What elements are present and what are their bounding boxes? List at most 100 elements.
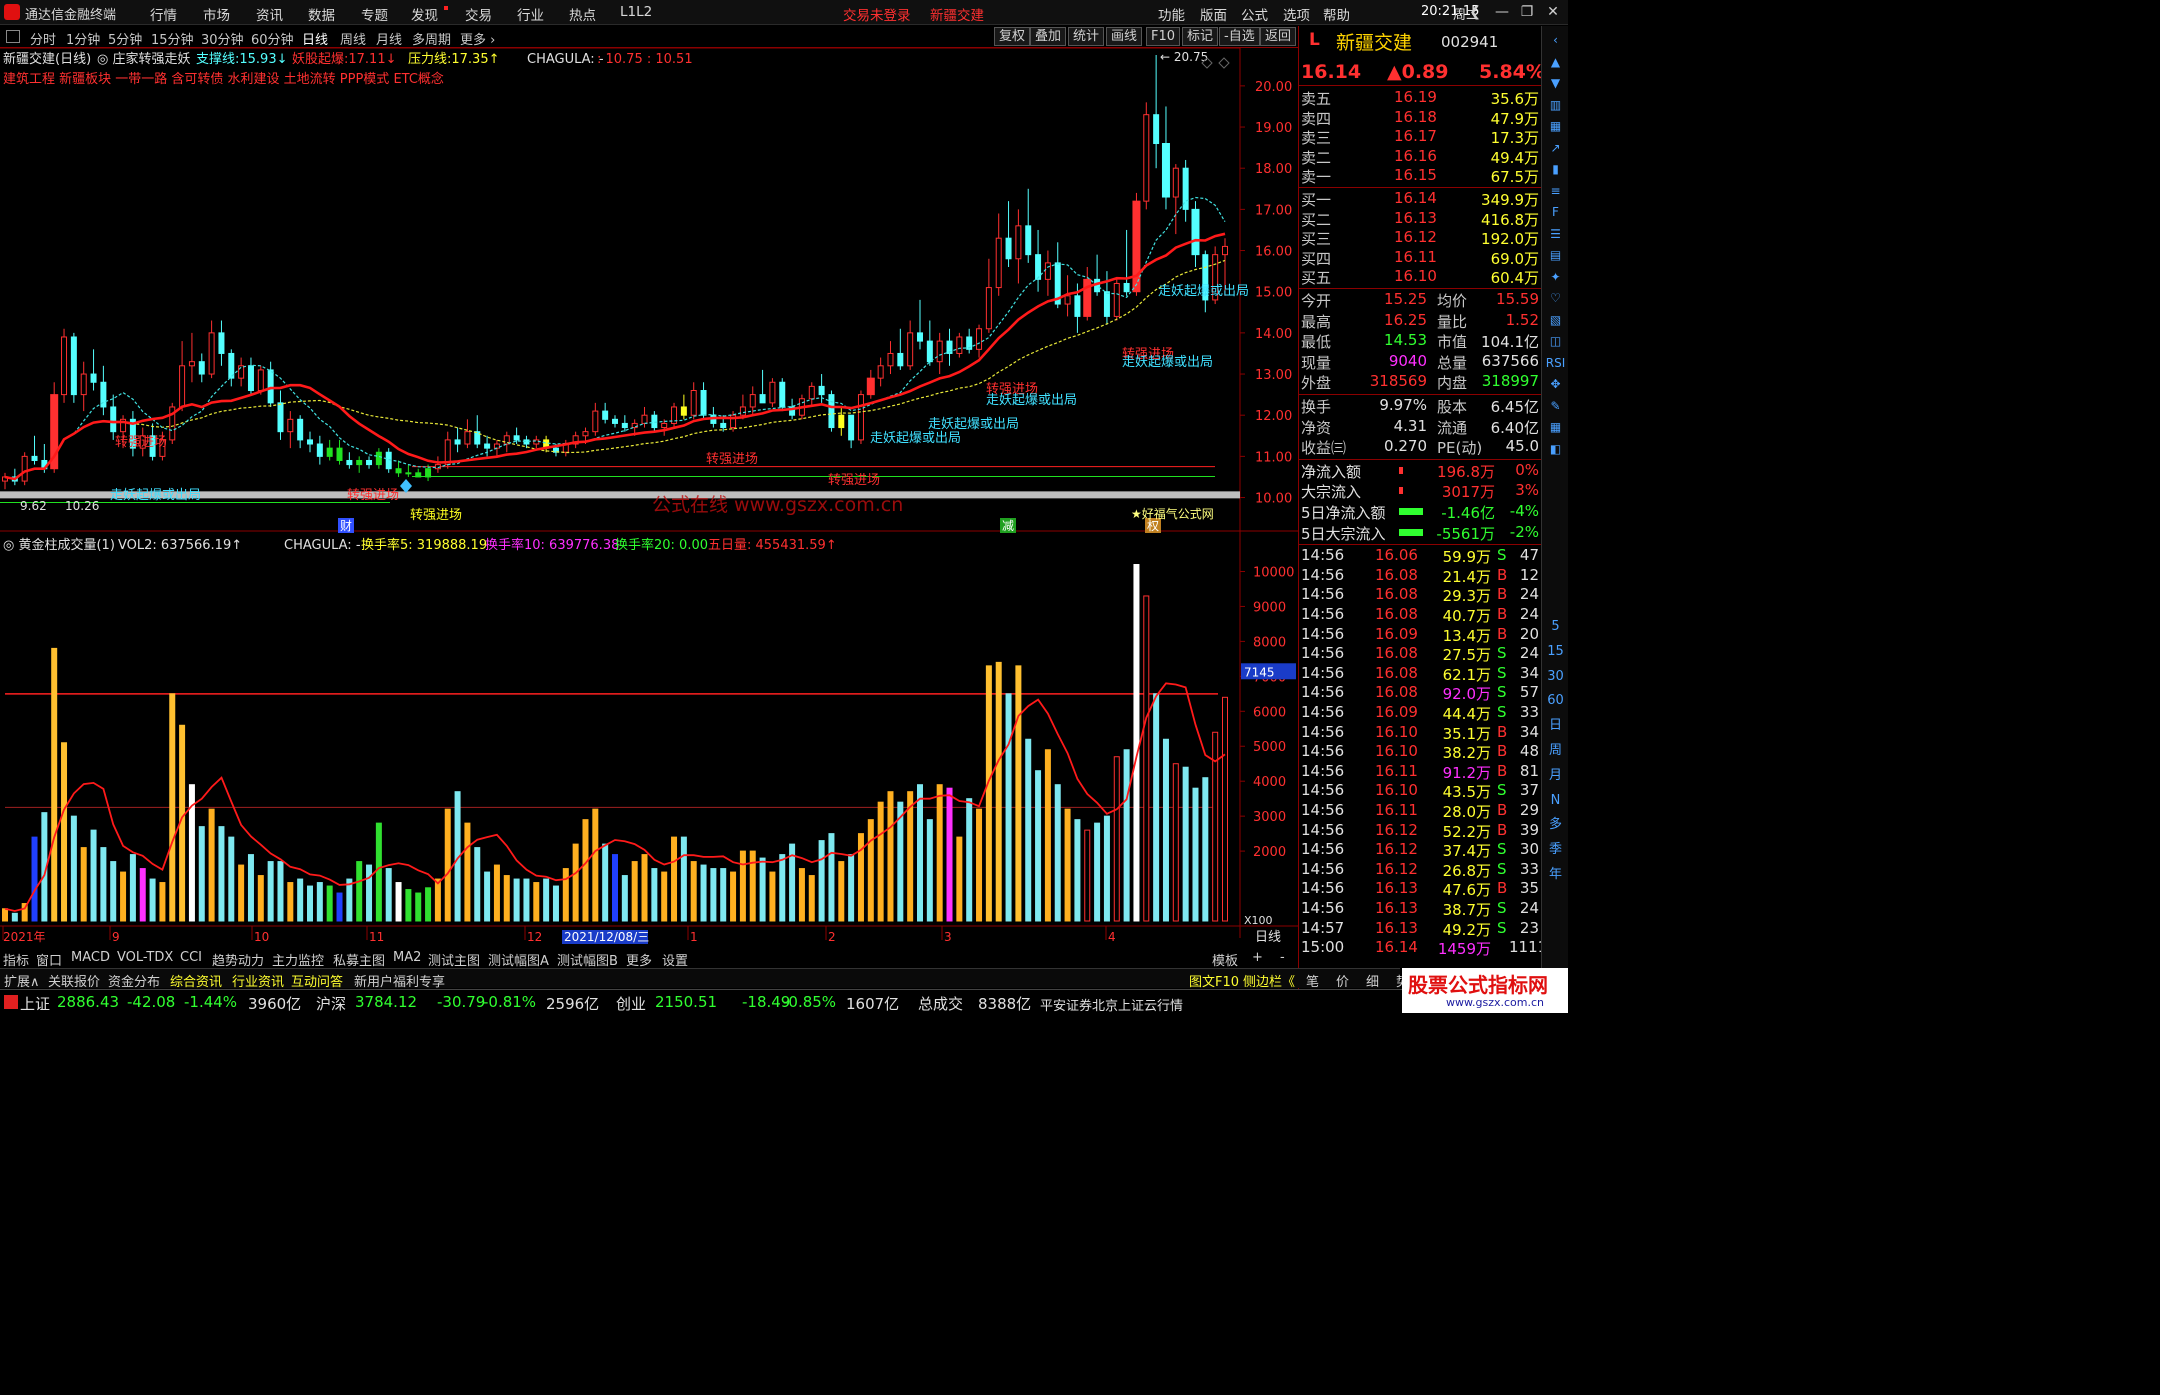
tool-button-4[interactable]: F10 — [1146, 27, 1181, 46]
tick-row[interactable]: 14:56 16.12 52.2万 B 39 — [1299, 821, 1541, 841]
menu-3[interactable]: 数据 — [308, 4, 335, 24]
menu-7[interactable]: 行业 — [517, 4, 544, 24]
bottom-right-0[interactable]: 模板 — [1212, 950, 1238, 969]
login-status[interactable]: 交易未登录 — [843, 4, 911, 24]
side-tool-grid-icon[interactable]: ≡ — [1545, 181, 1566, 202]
side-period-0[interactable]: 5 — [1545, 616, 1566, 637]
side-tool-collapse-icon[interactable]: ‹ — [1545, 30, 1566, 51]
side-tool-table-icon[interactable]: ▦ — [1545, 116, 1566, 137]
side-tool-gear-icon[interactable]: ♡ — [1545, 288, 1566, 309]
right-menu-1[interactable]: 版面 — [1200, 4, 1227, 24]
period-tab-9[interactable]: 多周期 — [412, 29, 451, 48]
tick-row[interactable]: 14:56 16.08 29.3万 B 24 — [1299, 585, 1541, 605]
tick-row[interactable]: 15:00 16.14 1459万 1111 — [1299, 938, 1547, 958]
tick-row[interactable]: 14:56 16.10 43.5万 S 37 — [1299, 781, 1541, 801]
tick-row[interactable]: 14:56 16.12 37.4万 S 30 — [1299, 840, 1541, 860]
index-name-1[interactable]: 沪深 — [316, 993, 346, 1014]
side-tool-blank-icon[interactable]: ◧ — [1545, 439, 1566, 460]
extension-right-2[interactable]: 笔 — [1306, 971, 1319, 990]
side-period-2[interactable]: 30 — [1545, 666, 1566, 687]
right-menu-0[interactable]: 功能 — [1158, 4, 1185, 24]
indicator-tab-11[interactable]: 测试幅图B — [557, 950, 618, 969]
period-tab-10[interactable]: 更多 › — [460, 29, 495, 48]
side-period-9[interactable]: 季 — [1545, 839, 1566, 860]
indicator-tab-6[interactable]: 主力监控 — [272, 950, 324, 969]
side-tool-panel-icon[interactable]: ▤ — [1545, 245, 1566, 266]
extension-tab-5[interactable]: 互动问答 — [291, 971, 343, 990]
menu-9[interactable]: L1L2 — [620, 4, 652, 20]
tick-row[interactable]: 14:56 16.10 38.2万 B 48 — [1299, 742, 1541, 762]
indicator-tab-9[interactable]: 测试主图 — [428, 950, 480, 969]
side-period-1[interactable]: 15 — [1545, 641, 1566, 662]
tick-row[interactable]: 14:56 16.09 13.4万 B 20 — [1299, 625, 1541, 645]
extension-right-1[interactable]: 侧边栏《 — [1243, 971, 1295, 990]
period-tab-0[interactable]: 分时 — [30, 29, 56, 48]
tool-button-1[interactable]: 叠加 — [1030, 27, 1067, 46]
side-period-4[interactable]: 日 — [1545, 715, 1566, 736]
menu-5[interactable]: 发现 — [411, 4, 438, 24]
tick-row[interactable]: 14:56 16.08 40.7万 B 24 — [1299, 605, 1541, 625]
side-tool-f10-icon[interactable]: F — [1545, 202, 1566, 223]
period-tab-3[interactable]: 15分钟 — [151, 29, 194, 48]
indicator-tab-2[interactable]: MACD — [71, 950, 110, 965]
indicator-tab-5[interactable]: 趋势动力 — [212, 950, 264, 969]
menu-0[interactable]: 行情 — [150, 4, 177, 24]
side-tool-list-icon[interactable]: ☰ — [1545, 224, 1566, 245]
index-name-2[interactable]: 创业 — [616, 993, 646, 1014]
period-tab-4[interactable]: 30分钟 — [201, 29, 244, 48]
tick-row[interactable]: 14:56 16.08 62.1万 S 34 — [1299, 664, 1541, 684]
indicator-tab-8[interactable]: MA2 — [393, 950, 421, 965]
side-period-10[interactable]: 年 — [1545, 864, 1566, 885]
side-tool-pen-icon[interactable]: ✎ — [1545, 396, 1566, 417]
period-grid-icon[interactable] — [6, 30, 20, 43]
tool-button-6[interactable]: -自选 — [1219, 27, 1260, 46]
tick-row[interactable]: 14:56 16.08 92.0万 S 57 — [1299, 683, 1541, 703]
tool-button-7[interactable]: 返回 — [1260, 27, 1297, 46]
extension-tab-4[interactable]: 行业资讯 — [232, 971, 284, 990]
right-menu-2[interactable]: 公式 — [1241, 4, 1268, 24]
chart-canvas[interactable]: 新疆交建(日线) ◎ 庄家转强走妖 支撑线:15.93↓ 妖股起爆:17.11↓ 压力线… — [0, 47, 1298, 948]
extension-tab-1[interactable]: 关联报价 — [48, 971, 100, 990]
side-tool-up-arrow-icon[interactable]: ▲ — [1545, 52, 1566, 73]
extension-tab-0[interactable]: 扩展∧ — [4, 971, 40, 990]
back-arrow-icon[interactable]: ❮ — [1466, 3, 1484, 21]
side-tool-money-icon[interactable]: ◫ — [1545, 331, 1566, 352]
tool-button-3[interactable]: 画线 — [1106, 27, 1143, 46]
tick-row[interactable]: 14:56 16.11 28.0万 B 29 — [1299, 801, 1541, 821]
period-tab-7[interactable]: 周线 — [340, 29, 366, 48]
tick-row[interactable]: 14:56 16.10 35.1万 B 34 — [1299, 723, 1541, 743]
side-tool-chart-icon[interactable]: ▧ — [1545, 310, 1566, 331]
indicator-tab-12[interactable]: 更多 — [626, 950, 652, 969]
tick-row[interactable]: 14:57 16.13 49.2万 S 23 — [1299, 919, 1541, 939]
side-period-6[interactable]: 月 — [1545, 765, 1566, 786]
minimize-icon[interactable]: — — [1493, 3, 1511, 21]
side-period-8[interactable]: 多 — [1545, 814, 1566, 835]
indicator-tab-4[interactable]: CCI — [180, 950, 202, 965]
tool-button-5[interactable]: 标记 — [1182, 27, 1219, 46]
indicator-tab-10[interactable]: 测试幅图A — [488, 950, 549, 969]
period-tab-1[interactable]: 1分钟 — [66, 29, 100, 48]
menu-1[interactable]: 市场 — [203, 4, 230, 24]
indicator-tab-7[interactable]: 私募主图 — [333, 950, 385, 969]
tick-row[interactable]: 14:56 16.13 47.6万 B 35 — [1299, 879, 1541, 899]
side-tool-line-chart-icon[interactable]: ↗ — [1545, 138, 1566, 159]
tool-button-0[interactable]: 复权 — [994, 27, 1031, 46]
index-name-0[interactable]: 上证 — [20, 993, 50, 1014]
side-tool-candle-chart-icon[interactable]: ▥ — [1545, 95, 1566, 116]
extension-tab-2[interactable]: 资金分布 — [108, 971, 160, 990]
indicator-tab-3[interactable]: VOL-TDX — [117, 950, 173, 965]
tick-row[interactable]: 14:56 16.09 44.4万 S 33 — [1299, 703, 1541, 723]
side-tool-bar-chart-icon[interactable]: ▮ — [1545, 159, 1566, 180]
period-tab-5[interactable]: 60分钟 — [251, 29, 294, 48]
menu-2[interactable]: 资讯 — [256, 4, 283, 24]
side-tool-cross-icon[interactable]: ✥ — [1545, 374, 1566, 395]
tool-button-2[interactable]: 统计 — [1068, 27, 1105, 46]
extension-tab-6[interactable]: 新用户福利专享 — [354, 971, 445, 990]
current-stock-name[interactable]: 新疆交建 — [930, 4, 984, 24]
restore-icon[interactable]: ❐ — [1518, 3, 1536, 21]
bottom-right-2[interactable]: - — [1280, 950, 1285, 965]
indicator-tab-0[interactable]: 指标 — [3, 950, 29, 969]
side-period-7[interactable]: N — [1545, 790, 1566, 811]
right-menu-3[interactable]: 选项 — [1283, 4, 1310, 24]
period-tab-2[interactable]: 5分钟 — [108, 29, 142, 48]
